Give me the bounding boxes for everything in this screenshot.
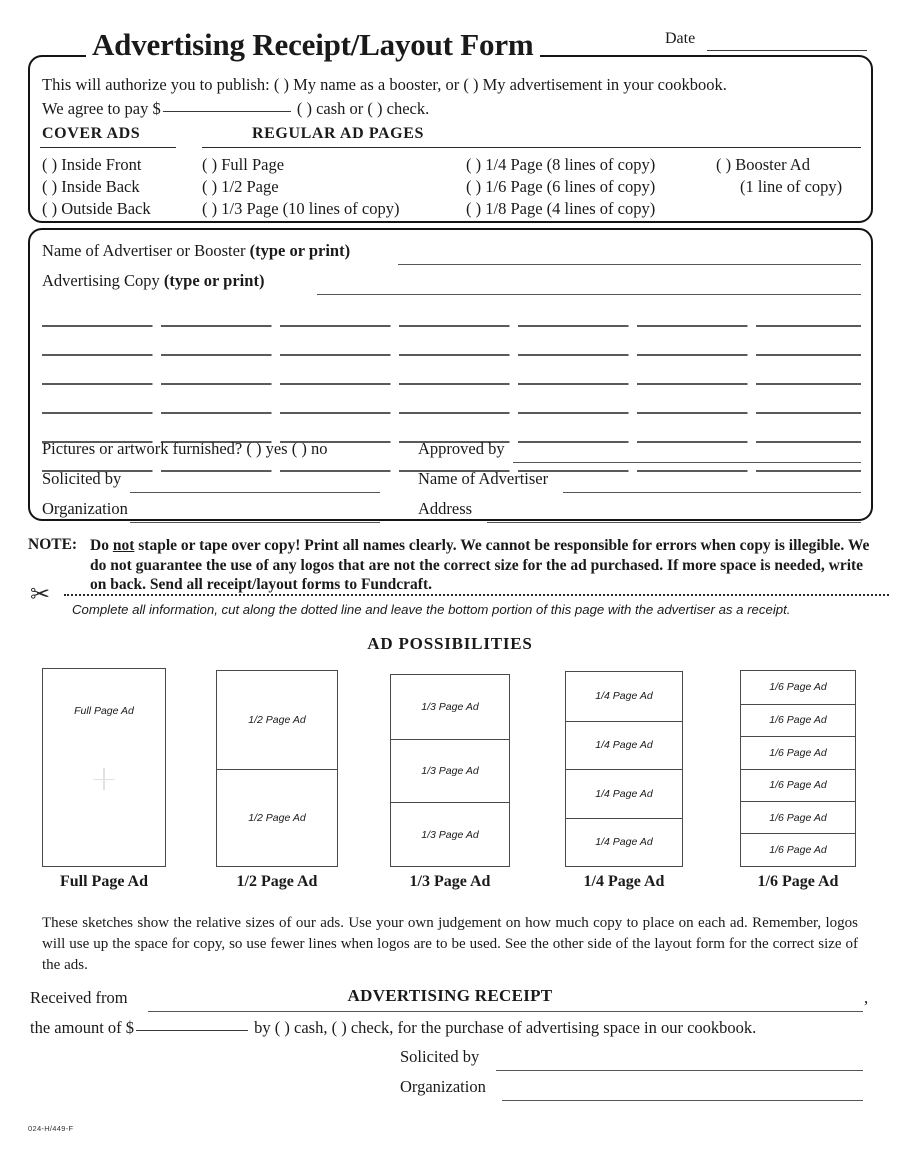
scissors-icon: ✂ [30, 582, 51, 608]
ad-diagram-caption: 1/6 Page Ad [757, 873, 839, 890]
address-input[interactable] [487, 522, 861, 523]
ad-diagram-half-page: 1/2 Page Ad 1/2 Page Ad 1/2 Page Ad [216, 670, 338, 891]
receipt-solicited-by-input[interactable] [496, 1070, 863, 1071]
received-from-comma: , [864, 988, 869, 1007]
ad-diagram-caption: 1/4 Page Ad [583, 873, 665, 890]
organization-input[interactable] [130, 522, 380, 523]
checkbox-inside-front[interactable]: ( ) Inside Front [42, 155, 141, 175]
ad-diagram-caption: 1/2 Page Ad [236, 873, 318, 890]
ad-cell: 1/6 Page Ad [741, 801, 855, 833]
solicited-by-label: Solicited by [42, 469, 122, 488]
approved-by-label: Approved by [418, 439, 505, 458]
ad-cell: 1/6 Page Ad [769, 681, 827, 694]
checkbox-third-page[interactable]: ( ) 1/3 Page (10 lines of copy) [202, 199, 400, 219]
ad-cell: 1/4 Page Ad [566, 769, 682, 818]
ad-diagram-box: 1/2 Page Ad 1/2 Page Ad [216, 670, 338, 867]
authorize-line-1: This will authorize you to publish: ( ) … [42, 75, 727, 94]
ad-cell: 1/4 Page Ad [566, 817, 682, 867]
solicited-by-input[interactable] [130, 492, 380, 493]
copy-line-3[interactable] [42, 383, 861, 385]
agree-to-pay-prefix: We agree to pay $ [42, 99, 161, 118]
advertising-copy-label: Advertising Copy (type or print) [42, 271, 265, 290]
checkbox-eighth-page[interactable]: ( ) 1/8 Page (4 lines of copy) [466, 199, 655, 219]
ad-cell: 1/3 Page Ad [391, 738, 509, 803]
receipt-solicited-by-label: Solicited by [400, 1047, 480, 1066]
checkbox-full-page[interactable]: ( ) Full Page [202, 155, 284, 175]
ad-cell: 1/3 Page Ad [391, 802, 509, 866]
agree-to-pay-suffix: ( ) cash or ( ) check. [296, 99, 430, 118]
date-label: Date [664, 30, 697, 48]
ad-cell: 1/6 Page Ad [741, 703, 855, 737]
checkbox-outside-back[interactable]: ( ) Outside Back [42, 199, 151, 219]
checkbox-booster-ad[interactable]: ( ) Booster Ad [716, 155, 810, 175]
receipt-amount-input[interactable] [136, 1030, 249, 1031]
crosshair-icon [93, 768, 115, 791]
ad-sizes-description: These sketches show the relative sizes o… [42, 915, 858, 973]
ad-cell: 1/2 Page Ad [217, 768, 337, 867]
ad-cell: 1/4 Page Ad [595, 690, 653, 703]
copy-line-4[interactable] [42, 412, 861, 414]
authorization-box: This will authorize you to publish: ( ) … [28, 55, 873, 223]
checkbox-quarter-page[interactable]: ( ) 1/4 Page (8 lines of copy) [466, 155, 655, 175]
name-of-advertiser-2-input[interactable] [563, 492, 861, 493]
ad-cell: 1/6 Page Ad [741, 833, 855, 865]
cover-ads-heading: COVER ADS [42, 125, 141, 142]
received-from-label: Received from [30, 988, 128, 1007]
regular-ad-pages-heading: REGULAR AD PAGES [252, 125, 424, 142]
ad-diagram-quarter-page: 1/4 Page Ad 1/4 Page Ad 1/4 Page Ad 1/4 … [565, 671, 683, 891]
ad-diagram-full-page: Full Page Ad Full Page Ad [42, 668, 166, 891]
name-of-advertiser-label: Name of Advertiser or Booster (type or p… [42, 241, 351, 260]
checkbox-inside-back[interactable]: ( ) Inside Back [42, 177, 140, 197]
cover-ads-underline [40, 147, 176, 148]
ad-diagram-box: 1/3 Page Ad 1/3 Page Ad 1/3 Page Ad [390, 674, 510, 867]
form-number: 024-H/449-F [28, 1124, 74, 1133]
checkbox-sixth-page[interactable]: ( ) 1/6 Page (6 lines of copy) [466, 177, 655, 197]
advertiser-copy-box: Name of Advertiser or Booster (type or p… [28, 228, 873, 523]
ad-cell: 1/6 Page Ad [741, 736, 855, 769]
agree-to-pay-line: We agree to pay $ ( ) cash or ( ) check. [42, 99, 429, 119]
amount-line: the amount of $ by ( ) cash, ( ) check, … [30, 1018, 757, 1037]
checkbox-half-page[interactable]: ( ) 1/2 Page [202, 177, 279, 197]
name-of-advertiser-2-label: Name of Advertiser [418, 469, 549, 488]
cut-instruction-text: Complete all information, cut along the … [72, 602, 791, 617]
ad-diagram-caption: Full Page Ad [59, 873, 148, 890]
approved-by-input[interactable] [513, 462, 861, 463]
ad-cell: 1/4 Page Ad [566, 720, 682, 770]
ad-diagram-third-page: 1/3 Page Ad 1/3 Page Ad 1/3 Page Ad 1/3 … [390, 674, 510, 891]
agree-to-pay-amount-input[interactable] [162, 111, 291, 112]
ad-possibilities-heading: AD POSSIBILITIES [367, 634, 533, 653]
receipt-organization-label: Organization [400, 1077, 486, 1096]
date-input-line[interactable] [707, 50, 867, 51]
advertising-copy-input[interactable] [317, 294, 861, 295]
page-title: Advertising Receipt/Layout Form [86, 27, 540, 63]
received-from-input[interactable] [148, 1011, 863, 1012]
pictures-furnished-label[interactable]: Pictures or artwork furnished? ( ) yes (… [42, 439, 327, 459]
ad-cell: 1/6 Page Ad [741, 768, 855, 802]
regular-ad-pages-underline [202, 147, 861, 148]
address-label: Address [418, 499, 473, 518]
booster-copy-note: (1 line of copy) [740, 177, 843, 196]
name-of-advertiser-input[interactable] [398, 264, 861, 265]
ad-cell: 1/2 Page Ad [248, 713, 306, 726]
ad-diagram-box: 1/4 Page Ad 1/4 Page Ad 1/4 Page Ad 1/4 … [565, 671, 683, 867]
note-label: NOTE: [28, 536, 78, 553]
note-body: Do not staple or tape over copy! Print a… [90, 537, 870, 593]
advertising-receipt-heading: ADVERTISING RECEIPT [347, 986, 553, 1005]
ad-diagram-box: 1/6 Page Ad 1/6 Page Ad 1/6 Page Ad 1/6 … [740, 670, 856, 867]
receipt-organization-input[interactable] [502, 1100, 863, 1101]
ad-diagram-caption: 1/3 Page Ad [409, 873, 491, 890]
ad-diagram-sixth-page: 1/6 Page Ad 1/6 Page Ad 1/6 Page Ad 1/6 … [740, 670, 856, 891]
advertising-receipt-layout-form: Advertising Receipt/Layout Form Date Thi… [0, 0, 900, 1165]
copy-line-2[interactable] [42, 354, 861, 356]
copy-line-1[interactable] [42, 325, 861, 327]
cut-dotted-line [64, 594, 889, 596]
organization-label: Organization [42, 499, 128, 518]
ad-diagram-box: Full Page Ad [42, 668, 166, 867]
ad-cell: 1/3 Page Ad [421, 700, 479, 713]
